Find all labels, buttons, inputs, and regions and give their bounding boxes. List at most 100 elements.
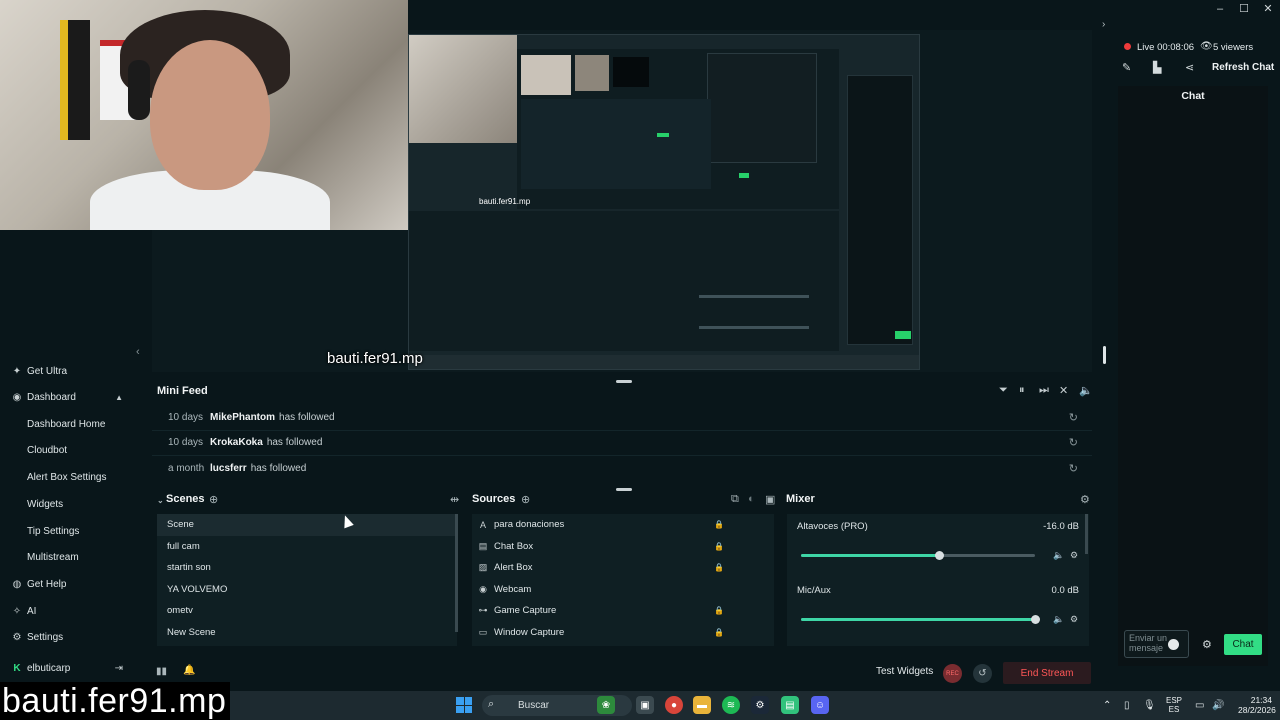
chrome-icon[interactable]: ● <box>665 696 683 714</box>
volume-slider-knob[interactable] <box>1030 615 1040 624</box>
scenes-scrollbar[interactable] <box>455 514 458 632</box>
feed-user: KrokaKoka <box>210 436 263 448</box>
channel-settings-icon[interactable]: ⚙ <box>1070 614 1078 625</box>
maximize-button[interactable]: ☐ <box>1232 0 1256 18</box>
scenes-collapse-icon[interactable]: ⌄ <box>157 496 164 505</box>
source-item[interactable]: ◉ Webcam <box>472 579 774 601</box>
repeat-alert-icon[interactable]: ↻ <box>1069 436 1078 449</box>
lock-icon[interactable]: 🔒 <box>714 563 724 572</box>
sidebar-item-widgets[interactable]: Widgets <box>0 493 135 515</box>
collapse-sidebar-icon[interactable]: ‹ <box>136 346 140 358</box>
sidebar-item-dashboard-home[interactable]: Dashboard Home <box>0 413 135 435</box>
dashboard-icon: ◉ <box>12 391 22 403</box>
replay-buffer-icon[interactable]: ↺ <box>973 664 992 683</box>
sidebar-item-tip-settings[interactable]: Tip Settings <box>0 520 135 542</box>
source-item[interactable]: ▨ Alert Box 🔒 <box>472 557 774 579</box>
lock-icon[interactable]: 🔒 <box>714 628 724 637</box>
scene-item[interactable]: full cam <box>157 536 457 558</box>
expand-right-panel-icon[interactable]: › <box>1102 19 1105 30</box>
scene-item[interactable]: Scene <box>157 514 457 536</box>
volume-slider-knob[interactable] <box>934 551 944 560</box>
minimize-button[interactable]: – <box>1208 0 1232 18</box>
volume-tray-icon[interactable]: 🔊 <box>1212 700 1224 711</box>
notifications-icon[interactable]: 🔔 <box>183 665 195 676</box>
right-panel-resize-handle[interactable] <box>1103 346 1106 364</box>
mixer-scrollbar[interactable] <box>1085 514 1088 554</box>
source-item[interactable]: ▭ Window Capture 🔒 <box>472 622 774 644</box>
feed-resize-handle[interactable] <box>616 488 632 491</box>
source-folder-icon[interactable]: ▣ <box>765 493 775 506</box>
add-source-icon[interactable]: ⊕ <box>521 493 530 506</box>
stats-icon[interactable]: ▮▮ <box>156 666 167 677</box>
chat-settings-icon[interactable]: ⚙ <box>1202 638 1212 651</box>
mic-icon[interactable]: 🎙 <box>1143 700 1156 711</box>
speaker-icon[interactable]: 🔈 <box>1053 550 1064 561</box>
filter-icon[interactable]: ⏷ <box>999 384 1008 397</box>
scarf-image <box>60 20 90 140</box>
sidebar-item-label: Widgets <box>27 498 64 510</box>
source-eye-icon[interactable]: ◐ <box>748 493 755 505</box>
repeat-alert-icon[interactable]: ↻ <box>1069 411 1078 424</box>
help-icon: ◍ <box>12 578 22 590</box>
network-icon[interactable]: ▭ <box>1195 700 1204 711</box>
add-scene-icon[interactable]: ⊕ <box>209 493 218 506</box>
send-chat-button[interactable]: Chat <box>1224 634 1262 655</box>
store-icon[interactable]: ▙ <box>1153 61 1161 74</box>
spotify-icon[interactable]: ≋ <box>722 696 740 714</box>
sidebar-item-account[interactable]: K elbuticarp ⇥ <box>0 657 135 679</box>
repeat-alert-icon[interactable]: ↻ <box>1069 462 1078 475</box>
plant-widget-icon[interactable]: ❀ <box>597 696 615 714</box>
steam-icon[interactable]: ⚙ <box>751 696 769 714</box>
task-view-icon[interactable]: ▣ <box>636 696 654 714</box>
discord-icon[interactable]: ☺ <box>811 696 829 714</box>
channel-settings-icon[interactable]: ⚙ <box>1070 550 1078 561</box>
volume-icon[interactable]: 🔈 <box>1079 384 1093 397</box>
edit-icon[interactable]: ✎ <box>1122 61 1131 74</box>
volume-slider[interactable] <box>801 551 1035 560</box>
lock-icon[interactable]: 🔒 <box>714 542 724 551</box>
tray-overflow-icon[interactable]: ⌃ <box>1103 700 1111 711</box>
mute-alerts-icon[interactable]: ✕ <box>1059 384 1068 397</box>
file-explorer-icon[interactable]: ▬ <box>693 696 711 714</box>
emoji-icon[interactable] <box>1168 639 1179 650</box>
skip-icon[interactable]: ⏭ <box>1039 384 1049 397</box>
pause-icon[interactable]: ⏸ <box>1019 384 1025 397</box>
scene-item[interactable]: ometv <box>157 600 457 622</box>
clock-time: 21:34 <box>1250 695 1272 705</box>
scene-item[interactable]: startin son <box>157 557 457 579</box>
speaker-icon[interactable]: 🔈 <box>1053 614 1064 625</box>
preview-resize-handle[interactable] <box>616 380 632 383</box>
source-group-icon[interactable]: ⧉ <box>731 493 739 506</box>
mixer-settings-icon[interactable]: ⚙ <box>1080 493 1090 506</box>
record-button[interactable]: REC <box>943 664 962 683</box>
streamlabs-icon[interactable]: ▤ <box>781 696 799 714</box>
windows-start-icon[interactable] <box>456 697 472 713</box>
close-button[interactable]: ✕ <box>1256 0 1280 18</box>
sidebar-item-cloudbot[interactable]: Cloudbot <box>0 439 135 461</box>
lock-icon[interactable]: 🔒 <box>714 606 724 615</box>
scene-item[interactable]: New Scene <box>157 622 457 644</box>
source-item[interactable]: ⊶ Game Capture 🔒 <box>472 600 774 622</box>
sidebar-item-ai[interactable]: ✧ AI <box>0 600 135 622</box>
taskbar-clock[interactable]: 21:34 28/2/2026 <box>1238 695 1276 715</box>
language-indicator[interactable]: ESP ES <box>1166 696 1182 714</box>
chat-message-input[interactable]: Enviar un mensaje <box>1124 630 1189 658</box>
sidebar-item-multistream[interactable]: Multistream <box>0 546 135 568</box>
volume-slider[interactable] <box>801 615 1040 624</box>
scene-item[interactable]: YA VOLVEMO <box>157 579 457 601</box>
source-item[interactable]: A para donaciones 🔒 <box>472 514 774 536</box>
share-icon[interactable]: ⋖ <box>1185 61 1194 74</box>
lock-icon[interactable]: 🔒 <box>714 520 724 529</box>
usb-icon[interactable]: ▯ <box>1124 700 1130 711</box>
sidebar-item-alert-box-settings[interactable]: Alert Box Settings <box>0 466 135 488</box>
sidebar-item-get-ultra[interactable]: ✦ Get Ultra <box>0 360 135 382</box>
end-stream-button[interactable]: End Stream <box>1003 662 1091 684</box>
sidebar-item-settings[interactable]: ⚙ Settings <box>0 626 135 648</box>
sidebar-item-dashboard[interactable]: ◉ Dashboard ▲ <box>0 386 135 408</box>
scene-transitions-icon[interactable]: ⇹ <box>450 493 459 506</box>
logout-icon[interactable]: ⇥ <box>115 663 123 674</box>
test-widgets-button[interactable]: Test Widgets <box>876 666 933 677</box>
sidebar-item-get-help[interactable]: ◍ Get Help <box>0 573 135 595</box>
refresh-chat-button[interactable]: Refresh Chat <box>1212 62 1274 73</box>
source-item[interactable]: ▤ Chat Box 🔒 <box>472 536 774 558</box>
